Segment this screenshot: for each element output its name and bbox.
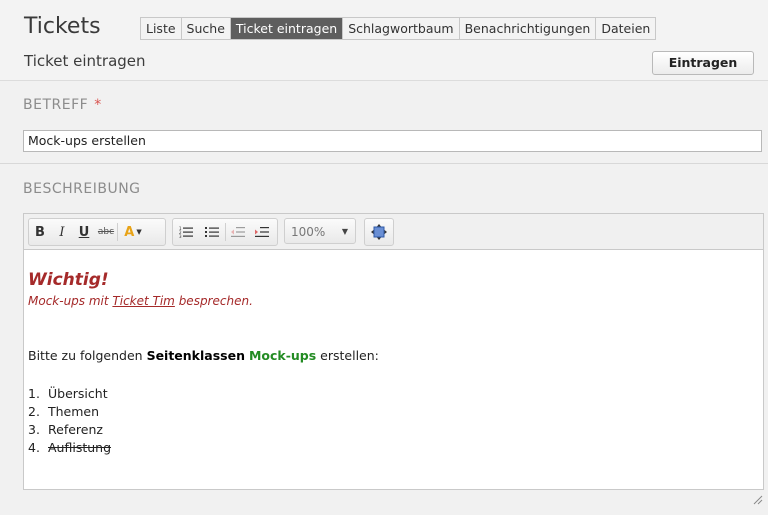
intro-suffix: erstellen: xyxy=(316,348,379,363)
page-header: Tickets Liste Suche Ticket eintragen Sch… xyxy=(0,0,768,81)
bullet-list-button[interactable] xyxy=(199,220,225,244)
numbered-list-icon: 1 2 3 xyxy=(179,226,193,238)
submit-button[interactable]: Eintragen xyxy=(652,51,754,75)
zoom-value: 100% xyxy=(291,225,326,239)
list-item: 2. Themen xyxy=(28,403,111,421)
list-number: 1. xyxy=(28,386,40,401)
outdent-icon xyxy=(231,227,245,237)
maximize-icon xyxy=(371,224,387,240)
underline-button[interactable]: U xyxy=(73,220,95,244)
bullet-list-icon xyxy=(205,227,219,237)
editor-intro: Bitte zu folgenden Seitenklassen Mock-up… xyxy=(28,348,379,363)
zoom-select[interactable]: 100% ▼ xyxy=(284,218,356,244)
intro-prefix: Bitte zu folgenden xyxy=(28,348,147,363)
indent-button[interactable] xyxy=(250,220,274,244)
editor-toolbar: B I U abc A ▼ 1 2 3 100% ▼ xyxy=(23,213,764,249)
tab-liste[interactable]: Liste xyxy=(141,18,182,39)
font-color-button[interactable]: A ▼ xyxy=(118,220,148,244)
editor-note-prefix: Mock-ups mit xyxy=(28,294,113,308)
tab-bar: Liste Suche Ticket eintragen Schlagwortb… xyxy=(140,17,657,40)
required-marker: * xyxy=(94,97,102,113)
resize-handle-icon[interactable] xyxy=(751,493,763,505)
list-item: 4. Auflistung xyxy=(28,439,111,457)
editor-note: Mock-ups mit Ticket Tim besprechen. xyxy=(28,294,253,308)
tab-schlagwortbaum[interactable]: Schlagwortbaum xyxy=(343,18,460,39)
subject-label-row: BETREFF * xyxy=(23,97,102,113)
maximize-group xyxy=(364,218,394,246)
list-text: Referenz xyxy=(48,422,103,437)
format-group: B I U abc A ▼ xyxy=(28,218,166,246)
list-text: Auflistung xyxy=(48,440,112,455)
chevron-down-icon: ▼ xyxy=(136,228,142,236)
bold-button[interactable]: B xyxy=(29,220,51,244)
maximize-button[interactable] xyxy=(368,220,390,244)
indent-icon xyxy=(255,227,269,237)
svg-text:3: 3 xyxy=(179,234,182,238)
description-label: BESCHREIBUNG xyxy=(23,181,141,197)
outdent-button[interactable] xyxy=(226,220,250,244)
list-number: 3. xyxy=(28,422,40,437)
font-color-icon: A xyxy=(124,224,135,240)
intro-bold: Seitenklassen xyxy=(146,348,245,363)
list-number: 4. xyxy=(28,440,40,455)
list-number: 2. xyxy=(28,404,40,419)
editor-warning: Wichtig! xyxy=(28,270,109,290)
section-divider xyxy=(0,163,768,164)
page-subtitle: Ticket eintragen xyxy=(24,52,146,70)
app-title: Tickets xyxy=(24,14,101,39)
tab-benachrichtigungen[interactable]: Benachrichtigungen xyxy=(459,18,597,39)
subject-input[interactable]: Mock-ups erstellen xyxy=(23,130,762,152)
subject-label: BETREFF xyxy=(23,97,89,113)
editor-note-suffix: besprechen. xyxy=(174,294,253,308)
description-editor[interactable]: Wichtig! Mock-ups mit Ticket Tim besprec… xyxy=(23,249,764,490)
numbered-list-button[interactable]: 1 2 3 xyxy=(173,220,199,244)
caret-down-icon: ▼ xyxy=(341,227,348,236)
ticket-link[interactable]: Ticket Tim xyxy=(112,294,174,308)
list-text: Übersicht xyxy=(48,386,108,401)
editor-list: 1. Übersicht 2. Themen 3. Referenz 4. Auflis… xyxy=(28,385,111,457)
tab-ticket-eintragen[interactable]: Ticket eintragen xyxy=(230,18,344,39)
list-group: 1 2 3 xyxy=(172,218,278,246)
list-item: 1. Übersicht xyxy=(28,385,111,403)
tab-dateien[interactable]: Dateien xyxy=(596,18,656,39)
tab-suche[interactable]: Suche xyxy=(181,18,231,39)
list-text: Themen xyxy=(48,404,100,419)
list-item: 3. Referenz xyxy=(28,421,111,439)
strikethrough-button[interactable]: abc xyxy=(95,220,117,244)
italic-button[interactable]: I xyxy=(51,220,73,244)
intro-green: Mock-ups xyxy=(248,348,317,363)
